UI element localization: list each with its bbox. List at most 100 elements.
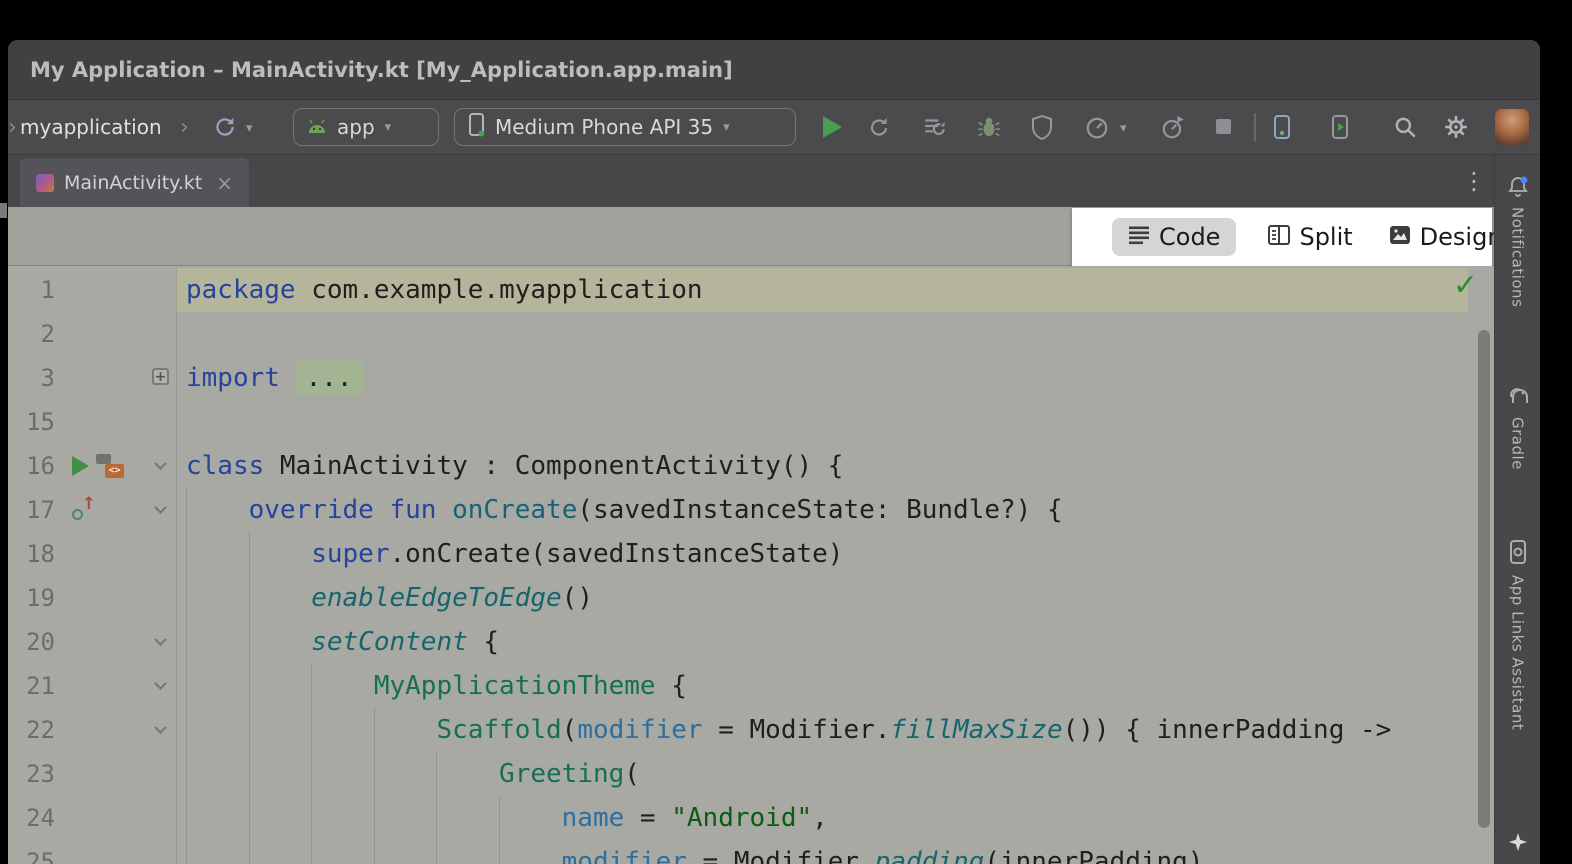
class-gutter-icon[interactable]: <> [96, 454, 124, 478]
fold-gutter[interactable] [150, 444, 176, 488]
code-line[interactable]: 19enableEdgeToEdge() [8, 576, 1468, 620]
fold-collapse-icon[interactable] [154, 457, 167, 470]
tab-mainactivity[interactable]: MainActivity.kt × [20, 158, 249, 207]
line-number[interactable]: 24 [8, 796, 58, 840]
line-number[interactable]: 1 [8, 268, 58, 312]
fold-gutter [150, 268, 176, 312]
code-line[interactable]: 15 [8, 400, 1468, 444]
profiler-restart-icon[interactable] [1160, 114, 1186, 140]
search-icon[interactable] [1392, 114, 1418, 140]
tab-label: MainActivity.kt [64, 172, 202, 194]
sidebar-item-notifications[interactable]: Notifications [1509, 207, 1527, 307]
line-number[interactable]: 18 [8, 532, 58, 576]
mode-design-button[interactable]: Design [1385, 218, 1507, 256]
indent-guide [436, 796, 499, 840]
indent-guide [311, 708, 374, 752]
line-number[interactable]: 19 [8, 576, 58, 620]
apply-code-changes-icon[interactable] [922, 114, 948, 140]
indent-guide [249, 664, 312, 708]
inspections-ok-icon[interactable]: ✓ [1453, 268, 1478, 303]
indent-guide [249, 532, 312, 576]
code-line[interactable]: 20setContent { [8, 620, 1468, 664]
sidebar-item-gradle[interactable]: Gradle [1509, 417, 1527, 470]
android-icon [307, 115, 327, 139]
fold-collapse-icon[interactable] [154, 721, 167, 734]
code-line[interactable]: 16 <> class MainActivity : ComponentActivi… [8, 444, 1468, 488]
line-number[interactable]: 22 [8, 708, 58, 752]
fold-gutter[interactable] [150, 708, 176, 752]
override-arrow: ↑ [82, 496, 96, 513]
project-breadcrumb[interactable]: myapplication [20, 100, 162, 155]
running-devices-icon[interactable] [1328, 114, 1354, 140]
override-gutter-icon[interactable]: ↑ [72, 498, 96, 522]
code-line[interactable]: 24name = "Android", [8, 796, 1468, 840]
indent-guide [186, 840, 249, 864]
app-links-icon[interactable] [1507, 539, 1529, 569]
chevron-down-icon[interactable]: ▾ [246, 121, 253, 136]
code-line[interactable]: 25modifier = Modifier.padding(innerPaddi… [8, 840, 1468, 864]
line-number[interactable]: 3 [8, 356, 58, 400]
gradle-elephant-icon[interactable] [1505, 383, 1531, 409]
line-number[interactable]: 15 [8, 400, 58, 444]
device-manager-icon[interactable] [1270, 114, 1296, 140]
run-config-selector[interactable]: app ▾ [293, 108, 439, 146]
token-ext: setContent [311, 627, 468, 657]
gradle-sync-icon[interactable] [212, 114, 238, 140]
code-line[interactable]: 2 [8, 312, 1468, 356]
line-number[interactable]: 17 [8, 488, 58, 532]
line-number[interactable]: 16 [8, 444, 58, 488]
line-number[interactable]: 21 [8, 664, 58, 708]
run-button[interactable] [820, 114, 846, 140]
fold-collapse-icon[interactable] [154, 677, 167, 690]
attach-debugger-icon[interactable] [1030, 114, 1056, 140]
gutter-icons [58, 312, 150, 356]
code-text: class MainActivity : ComponentActivity()… [176, 444, 1468, 488]
notifications-bell-icon[interactable] [1506, 175, 1530, 203]
debug-icon[interactable] [976, 114, 1002, 140]
sidebar-item-app-links[interactable]: App Links Assistant [1509, 575, 1527, 730]
fold-expand-icon[interactable]: + [152, 368, 169, 385]
fold-gutter [150, 752, 176, 796]
chevron-down-icon[interactable]: ▾ [1120, 121, 1127, 136]
user-avatar[interactable] [1495, 109, 1529, 145]
code-line[interactable]: 18super.onCreate(savedInstanceState) [8, 532, 1468, 576]
code-line[interactable]: 17↑override fun onCreate(savedInstanceSt… [8, 488, 1468, 532]
token-pl: ( [562, 715, 578, 745]
settings-gear-icon[interactable] [1443, 114, 1469, 140]
code-mode-icon [1128, 223, 1150, 251]
fold-collapse-icon[interactable] [154, 633, 167, 646]
code-line[interactable]: 22Scaffold(modifier = Modifier.fillMaxSi… [8, 708, 1468, 752]
fold-gutter[interactable] [150, 664, 176, 708]
mode-code-button[interactable]: Code [1112, 218, 1236, 256]
stop-button[interactable] [1216, 119, 1242, 145]
fold-gutter[interactable] [150, 620, 176, 664]
close-tab-icon[interactable]: × [216, 171, 233, 195]
editor-scrollbar[interactable] [1478, 330, 1490, 828]
fold-gutter [150, 532, 176, 576]
editor-options-icon[interactable]: ⋮ [1462, 155, 1486, 207]
code-editor[interactable]: 1package com.example.myapplication23+imp… [8, 266, 1494, 864]
code-line[interactable]: 3+import ... [8, 356, 1468, 400]
ide-window: My Application – MainActivity.kt [My_App… [8, 40, 1540, 864]
design-mode-icon [1389, 223, 1411, 251]
screenshot-frame: My Application – MainActivity.kt [My_App… [0, 0, 1572, 864]
line-number[interactable]: 20 [8, 620, 58, 664]
line-number[interactable]: 25 [8, 840, 58, 864]
indent-guide [436, 840, 499, 864]
code-line[interactable]: 23Greeting( [8, 752, 1468, 796]
run-gutter-icon[interactable] [72, 456, 89, 476]
apply-changes-icon[interactable] [866, 114, 892, 140]
indent-guide [374, 796, 437, 840]
device-selector[interactable]: Medium Phone API 35 ▾ [454, 108, 796, 146]
code-line[interactable]: 21MyApplicationTheme { [8, 664, 1468, 708]
mode-split-button[interactable]: Split [1264, 218, 1356, 256]
line-number[interactable]: 2 [8, 312, 58, 356]
gemini-sparkle-icon[interactable] [1508, 832, 1528, 856]
fold-gutter[interactable] [150, 488, 176, 532]
profiler-icon[interactable] [1084, 114, 1110, 140]
token-kw: override [249, 495, 374, 525]
fold-collapse-icon[interactable] [154, 501, 167, 514]
line-number[interactable]: 23 [8, 752, 58, 796]
fold-gutter[interactable]: + [150, 356, 176, 400]
code-line[interactable]: 1package com.example.myapplication [8, 268, 1468, 312]
